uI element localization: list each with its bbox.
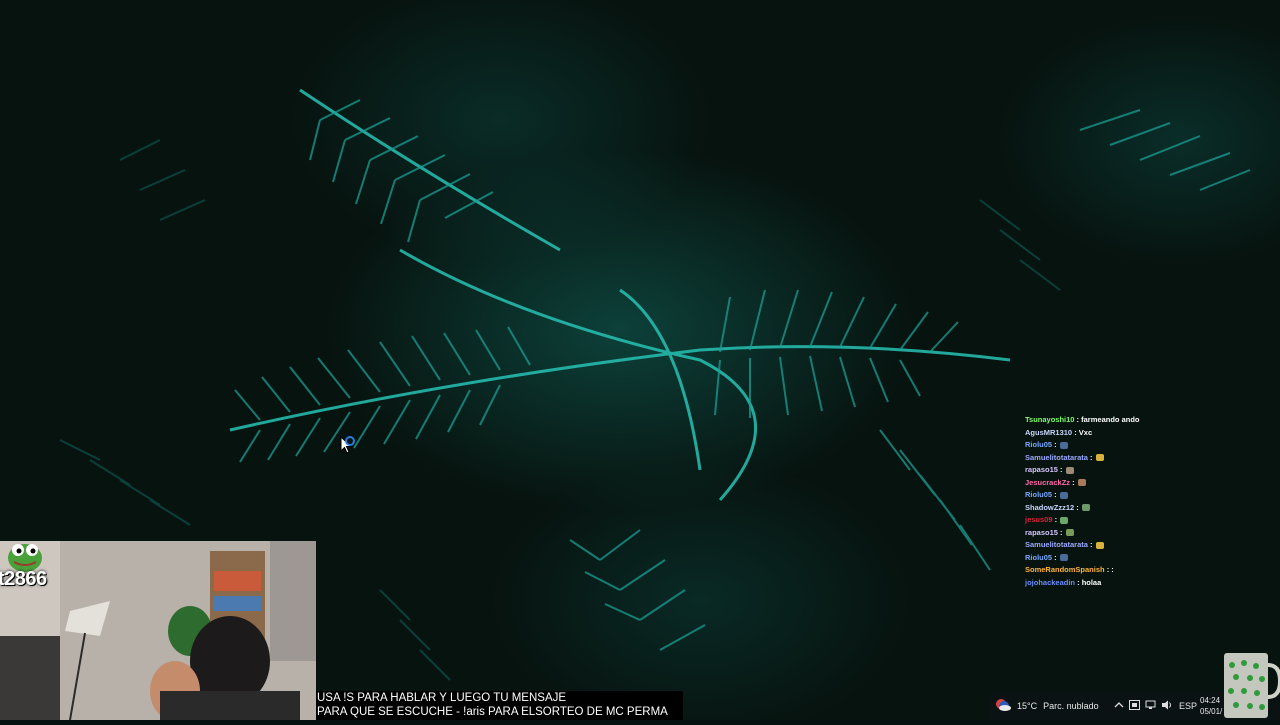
chat-message: SomeRandomSpanish : : [1025, 564, 1275, 577]
chat-username: Samuelitotatarata [1025, 540, 1088, 549]
chat-username: SomeRandomSpanish [1025, 565, 1105, 574]
chat-text: : [1111, 565, 1114, 574]
chevron-up-icon [1114, 701, 1124, 711]
weather-icon [995, 698, 1011, 714]
chat-separator: : [1072, 427, 1079, 437]
chat-emote-icon [1065, 529, 1074, 537]
chat-username: Tsunayoshi10 [1025, 415, 1075, 424]
chat-emote-icon [1060, 516, 1069, 524]
weather-temp: 15°C [1017, 701, 1038, 711]
chat-message: jojohackeadin : holaa [1025, 577, 1275, 590]
chat-message: JesucrackZz : [1025, 477, 1275, 490]
chat-separator: : [1057, 465, 1065, 474]
chat-separator: : [1052, 552, 1059, 562]
show-hidden-icons-button[interactable] [1114, 692, 1124, 720]
chat-emote-icon [1095, 541, 1104, 549]
chat-message: Riolu05 : [1025, 489, 1275, 502]
tray-app-icon [1129, 700, 1140, 712]
weather-desc: Parc. nublado [1043, 701, 1099, 711]
streamer-name-overlay: t2866 [0, 568, 47, 590]
chat-separator: : [1052, 515, 1060, 524]
stream-chat-overlay: Tsunayoshi10 : farmeando ando AgusMR1310 … [1025, 414, 1275, 589]
clock-time: 04:24 [1200, 696, 1221, 705]
command-ticker: USA !S PARA HABLAR Y LUEGO TU MENSAJE PA… [316, 691, 683, 720]
webcam-feed [0, 541, 316, 720]
chat-message: Riolu05 : [1025, 552, 1275, 565]
chat-message: AgusMR1310 : Vxc [1025, 427, 1275, 440]
chat-message: jesus09 : [1025, 514, 1275, 527]
chat-separator: : [1075, 577, 1082, 587]
chat-text: holaa [1081, 577, 1102, 587]
chat-emote-icon [1059, 491, 1068, 499]
chat-separator: : [1070, 477, 1077, 487]
busy-cursor-icon [340, 435, 358, 461]
chat-username: Riolu05 [1025, 490, 1053, 499]
chat-username: Riolu05 [1025, 552, 1053, 562]
chat-username: jesus09 [1025, 515, 1053, 524]
chat-username: Samuelitotatarata [1025, 452, 1088, 462]
chat-message: ShadowZzz12 : [1025, 502, 1275, 515]
chat-message: rapaso15 : [1025, 464, 1275, 477]
chat-emote-icon [1065, 466, 1074, 474]
clock-date: 05/01/ [1200, 707, 1223, 716]
chat-username: JesucrackZz [1025, 477, 1071, 487]
chat-emote-icon [1095, 454, 1104, 462]
chat-message: Riolu05 : [1025, 439, 1275, 452]
chat-username: rapaso15 [1025, 465, 1058, 474]
weather-widget[interactable]: 15°C Parc. nublado [995, 692, 1099, 720]
chat-separator: : [1052, 440, 1059, 449]
chat-text: farmeando ando [1081, 415, 1140, 424]
chat-emote-icon [1081, 504, 1090, 512]
chat-separator: : [1057, 527, 1065, 537]
chat-message: rapaso15 : [1025, 527, 1275, 540]
network-button[interactable] [1145, 692, 1157, 720]
tray-app-button[interactable] [1129, 692, 1140, 720]
chat-separator: : [1087, 452, 1095, 462]
chat-separator: : [1087, 540, 1095, 549]
clock[interactable]: 04:24 05/01/ [1200, 695, 1222, 717]
language-label: ESP [1179, 701, 1198, 711]
chat-username: jojohackeadin [1025, 577, 1076, 587]
mug-overlay [1222, 651, 1280, 725]
chat-username: AgusMR1310 [1025, 427, 1073, 437]
chat-username: Riolu05 [1025, 440, 1053, 449]
chat-emote-icon [1059, 441, 1068, 449]
chat-emote-icon [1059, 554, 1068, 562]
chat-separator: : [1074, 502, 1081, 512]
chat-message: Tsunayoshi10 : farmeando ando [1025, 414, 1275, 427]
volume-button[interactable] [1161, 692, 1173, 720]
ticker-line-1: USA !S PARA HABLAR Y LUEGO TU MENSAJE [317, 692, 567, 704]
chat-message: Samuelitotatarata : [1025, 539, 1275, 552]
chat-username: rapaso15 [1025, 527, 1058, 537]
chat-text: Vxc [1078, 427, 1093, 437]
ticker-line-2: PARA QUE SE ESCUCHE - !aris PARA ELSORTE… [317, 706, 668, 718]
chat-emote-icon [1077, 479, 1086, 487]
volume-icon [1161, 700, 1173, 712]
network-icon [1145, 700, 1157, 712]
chat-message: Samuelitotatarata : [1025, 452, 1275, 465]
language-indicator[interactable]: ESP [1179, 692, 1197, 720]
chat-username: ShadowZzz12 [1025, 502, 1075, 512]
chat-separator: : [1052, 490, 1059, 499]
